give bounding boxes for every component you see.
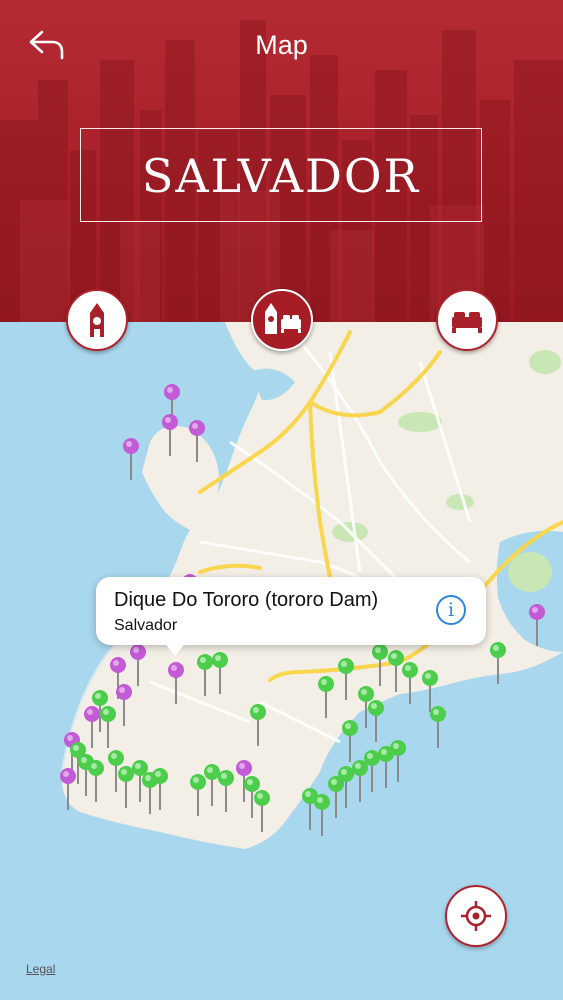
callout-pointer xyxy=(164,642,186,656)
hotel-pins[interactable] xyxy=(70,642,506,836)
category-all-button[interactable] xyxy=(251,289,313,351)
city-name: SALVADOR xyxy=(141,149,421,203)
callout-title: Dique Do Tororo (tororo Dam) xyxy=(114,589,379,611)
info-icon: i xyxy=(447,599,455,621)
legal-link[interactable]: Legal xyxy=(26,962,55,976)
city-title-box: SALVADOR xyxy=(80,128,482,222)
page-title: Map xyxy=(255,30,308,60)
clock-tower-icon xyxy=(90,303,104,337)
category-hotels-button[interactable] xyxy=(436,289,498,351)
tower-and-bed-icon xyxy=(265,303,301,334)
header: Map SALVADOR xyxy=(0,0,563,322)
map-callout[interactable]: Dique Do Tororo (tororo Dam) Salvador i xyxy=(96,577,486,645)
callout-subtitle: Salvador xyxy=(114,617,178,634)
crosshair-icon xyxy=(461,901,491,931)
current-location-button[interactable] xyxy=(445,885,507,947)
info-button[interactable]: i xyxy=(436,595,466,625)
bed-icon xyxy=(452,312,482,333)
category-attractions-button[interactable] xyxy=(66,289,128,351)
